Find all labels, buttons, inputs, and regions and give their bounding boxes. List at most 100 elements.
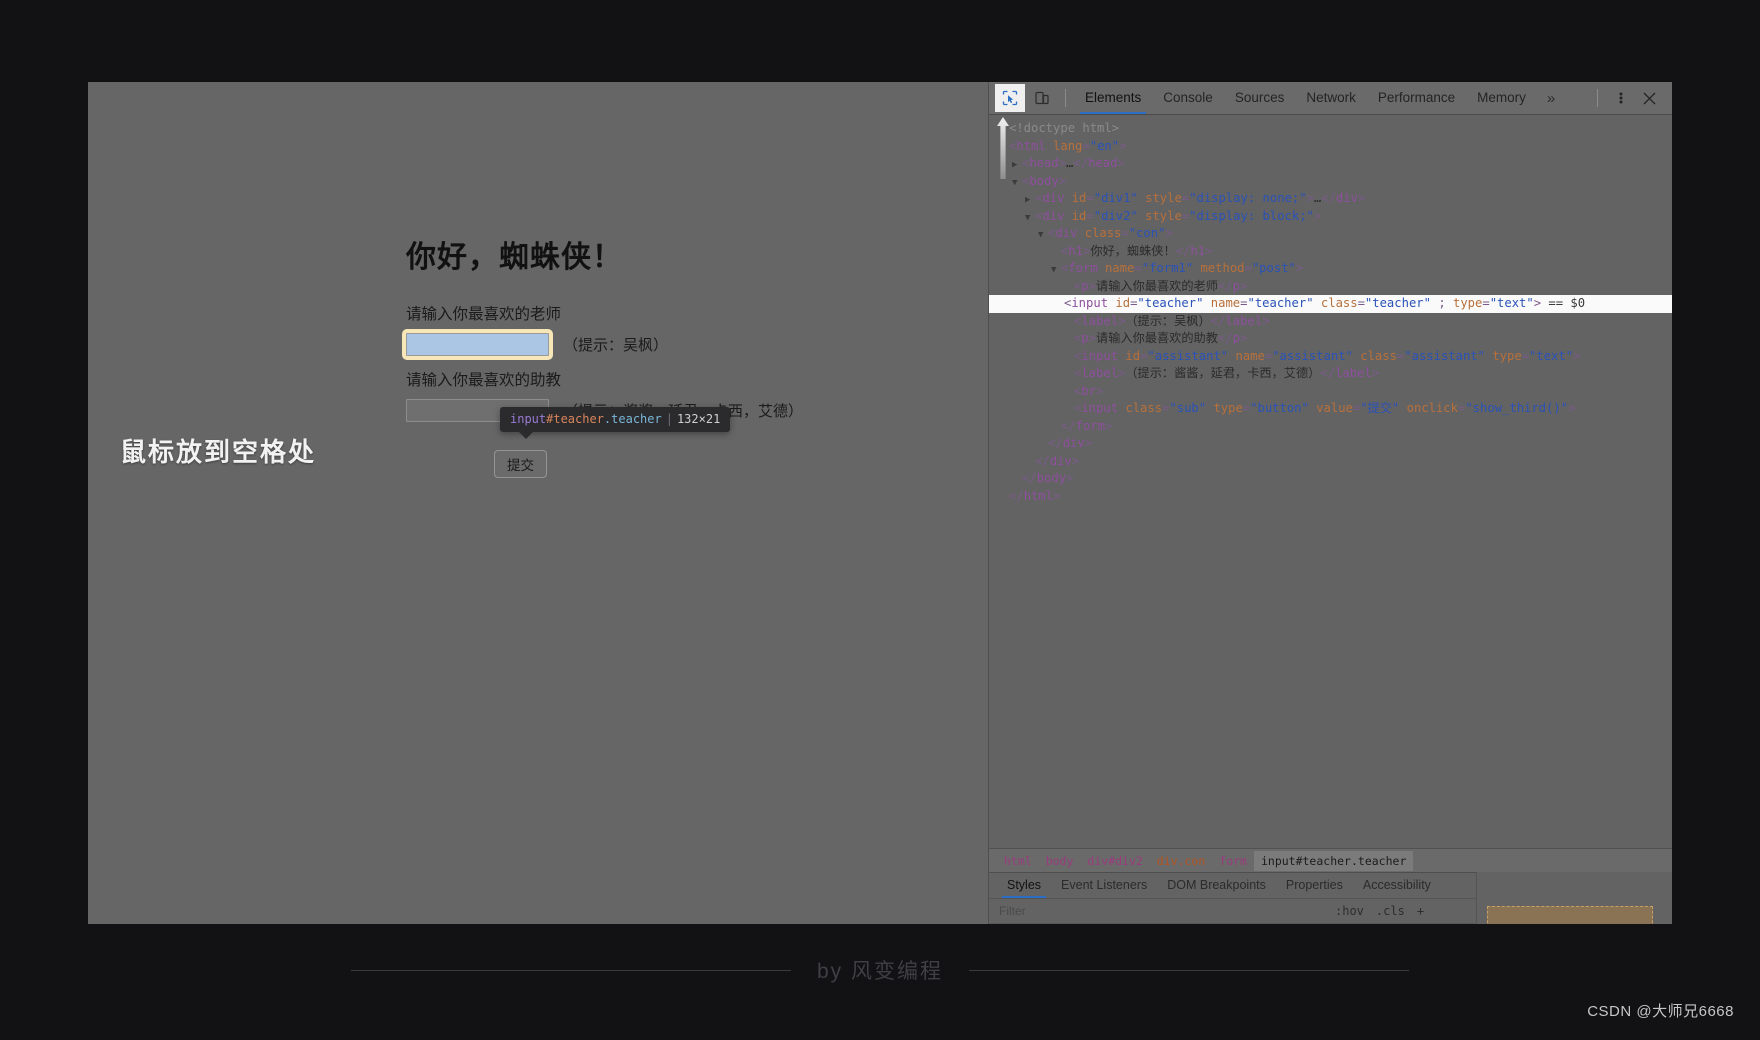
tooltip-tag: input (510, 412, 547, 426)
add-rule-button[interactable]: + (1411, 904, 1430, 918)
dom-line-content: <br> (1074, 383, 1104, 398)
tab-dom-breakpoints[interactable]: DOM Breakpoints (1157, 873, 1276, 898)
tab-properties[interactable]: Properties (1276, 873, 1353, 898)
dom-line[interactable]: </div> (989, 435, 1672, 453)
teacher-prompt: 请输入你最喜欢的老师 (406, 306, 562, 323)
devtools-toolbar-right (1589, 85, 1672, 111)
breadcrumb-item[interactable]: input#teacher.teacher (1253, 850, 1414, 871)
dom-line-selected[interactable]: <input id="teacher" name="teacher" class… (989, 295, 1672, 313)
toolbar-divider (1065, 89, 1066, 107)
device-toolbar-icon[interactable] (1027, 84, 1057, 112)
dom-line-content: <label>（提示：酱酱，延君，卡西，艾德）</label> (1074, 366, 1380, 380)
tooltip-class: .teacher (603, 412, 662, 426)
tab-accessibility[interactable]: Accessibility (1353, 873, 1441, 898)
close-icon[interactable] (1636, 85, 1662, 111)
dom-line-content: </div> (1035, 453, 1080, 468)
dom-line-selected-wrap: ...<input id="teacher" name="teacher" cl… (989, 295, 1672, 313)
brand-rule-right (969, 969, 1409, 971)
dom-line[interactable]: ▼ <body> (989, 173, 1672, 191)
inspector-tooltip: input#teacher.teacher | 132×21 (500, 407, 731, 439)
dom-line-content: <input class="sub" type="button" value="… (1074, 401, 1576, 415)
tab-network[interactable]: Network (1295, 82, 1367, 114)
breadcrumb-item[interactable]: form (1212, 851, 1254, 871)
breadcrumb-item[interactable]: body (1039, 851, 1081, 871)
dom-line[interactable]: <p>请输入你最喜欢的助教</p> (989, 330, 1672, 348)
dom-line-content: <head>…</head> (1022, 156, 1125, 170)
dom-line[interactable]: </form> (989, 418, 1672, 436)
tab-event-listeners[interactable]: Event Listeners (1051, 873, 1157, 898)
dom-line-content: <form name="form1" method="post"> (1061, 261, 1304, 275)
screenshot-root: 你好，蜘蛛侠！ 请输入你最喜欢的老师 （提示：吴枫） 请输入你最喜欢的助教 （提… (0, 0, 1760, 1040)
tab-elements[interactable]: Elements (1074, 82, 1152, 114)
submit-row: 提交 (406, 450, 966, 478)
dom-line-content: </body> (1022, 471, 1074, 485)
dom-line-content: <html lang="en"> (1009, 138, 1127, 153)
brand-text: by 风变编程 (816, 960, 943, 983)
page-viewport: 你好，蜘蛛侠！ 请输入你最喜欢的老师 （提示：吴枫） 请输入你最喜欢的助教 （提… (88, 82, 988, 924)
dom-line[interactable]: <input id="assistant" name="assistant" c… (989, 348, 1672, 366)
dom-line[interactable]: <input class="sub" type="button" value="… (989, 400, 1672, 418)
styles-filter-input[interactable] (999, 904, 1329, 918)
tab-sources[interactable]: Sources (1224, 82, 1296, 114)
teacher-hint: （提示：吴枫） (563, 337, 669, 354)
more-tabs-icon[interactable]: » (1537, 90, 1565, 107)
dom-line[interactable]: ▼ <div id="div2" style="display: block;"> (989, 208, 1672, 226)
assistant-prompt: 请输入你最喜欢的助教 (406, 372, 562, 389)
tab-performance[interactable]: Performance (1367, 82, 1466, 114)
page-content: 你好，蜘蛛侠！ 请输入你最喜欢的老师 （提示：吴枫） 请输入你最喜欢的助教 （提… (402, 232, 966, 478)
dom-line-content: <p>请输入你最喜欢的助教</p> (1074, 331, 1248, 345)
dom-line[interactable]: <html lang="en"> (989, 138, 1672, 156)
tab-console[interactable]: Console (1152, 82, 1224, 114)
dom-line[interactable]: <p>请输入你最喜欢的老师</p> (989, 278, 1672, 296)
tooltip-separator: | (665, 412, 673, 426)
brand-footer: by 风变编程 (0, 955, 1760, 985)
teacher-field-row: （提示：吴枫） (402, 329, 966, 360)
dom-line-content: <div id="div1" style="display: none;">…<… (1035, 191, 1366, 205)
dom-line-content: <div class="con"> (1048, 226, 1173, 240)
tab-memory[interactable]: Memory (1466, 82, 1537, 114)
box-model-margin (1487, 906, 1653, 924)
submit-button[interactable]: 提交 (494, 450, 547, 478)
devtools-panel: Elements Console Sources Network Perform… (988, 82, 1672, 924)
dom-line-content: </html> (1009, 488, 1061, 503)
dom-line-content: <label>（提示：吴枫）</label> (1074, 313, 1270, 328)
csdn-watermark: CSDN @大师兄6668 (1587, 1003, 1734, 1020)
dom-line[interactable]: ▶ <head>…</head> (989, 155, 1672, 173)
devtools-toolbar: Elements Console Sources Network Perform… (989, 82, 1672, 115)
dom-line[interactable]: ▼ <form name="form1" method="post"> (989, 260, 1672, 278)
more-options-icon[interactable] (1608, 85, 1634, 111)
tab-styles[interactable]: Styles (997, 873, 1051, 898)
dom-line[interactable]: ▶ <div id="div1" style="display: none;">…… (989, 190, 1672, 208)
breadcrumb-item[interactable]: div#div2 (1080, 851, 1149, 871)
dom-line-content: <h1>你好，蜘蛛侠！</h1> (1061, 243, 1213, 258)
dom-line-content: <body> (1022, 173, 1067, 188)
hov-toggle[interactable]: :hov (1329, 904, 1370, 918)
breadcrumb-item[interactable]: html (997, 851, 1039, 871)
dom-line[interactable]: <h1>你好，蜘蛛侠！</h1> (989, 243, 1672, 261)
dom-line-content: <input id="assistant" name="assistant" c… (1074, 348, 1581, 363)
dom-tree[interactable]: <!doctype html> <html lang="en"> ▶ <head>…<… (989, 115, 1672, 848)
tooltip-dimensions: 132×21 (676, 412, 721, 426)
dom-line-content: </div> (1048, 436, 1093, 450)
dom-line[interactable]: <label>（提示：酱酱，延君，卡西，艾德）</label> (989, 365, 1672, 383)
computed-sidebar (1476, 872, 1672, 924)
dom-line-content: <p>请输入你最喜欢的老师</p> (1074, 278, 1248, 293)
annotation-caption: 鼠标放到空格处 (120, 437, 317, 467)
dom-line[interactable]: </body> (989, 470, 1672, 488)
dom-line[interactable]: <!doctype html> (989, 120, 1672, 138)
toolbar-divider-right (1597, 89, 1598, 107)
dom-line-content: <!doctype html> (1009, 121, 1120, 135)
browser-window: 你好，蜘蛛侠！ 请输入你最喜欢的老师 （提示：吴枫） 请输入你最喜欢的助教 （提… (88, 82, 1672, 924)
inspect-cursor-icon[interactable] (995, 84, 1025, 112)
teacher-input[interactable] (402, 329, 553, 360)
dom-line[interactable]: ▼ <div class="con"> (989, 225, 1672, 243)
tooltip-id: #teacher (546, 412, 604, 426)
breadcrumb: html body div#div2 div.con form input#teacher… (989, 848, 1672, 872)
dom-line[interactable]: <label>（提示：吴枫）</label> (989, 313, 1672, 331)
brand-rule-left (350, 969, 791, 971)
dom-line[interactable]: </html> (989, 488, 1672, 506)
dom-line[interactable]: <br> (989, 383, 1672, 401)
breadcrumb-item[interactable]: div.con (1150, 851, 1212, 871)
cls-toggle[interactable]: .cls (1370, 904, 1411, 918)
dom-line[interactable]: </div> (989, 453, 1672, 471)
